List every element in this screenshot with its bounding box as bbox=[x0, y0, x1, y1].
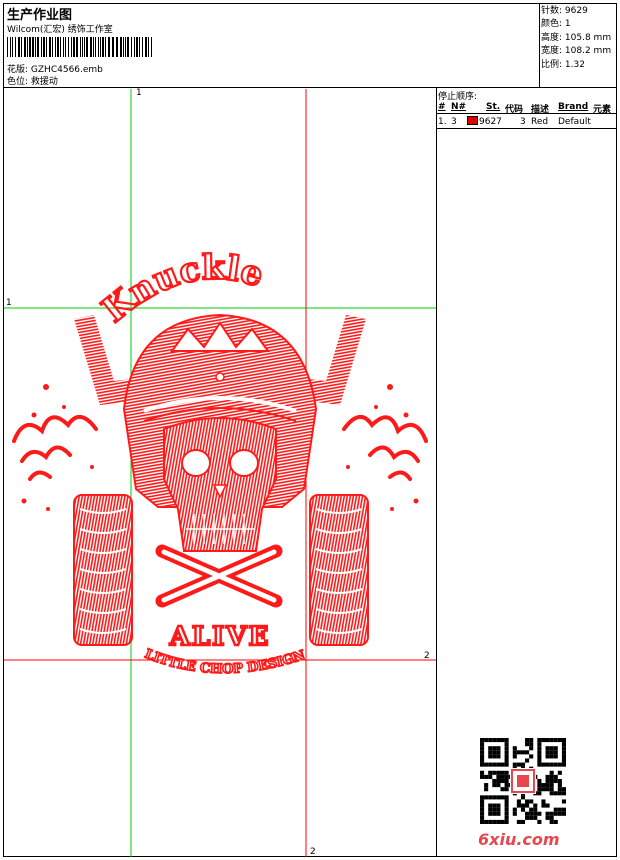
row-needle: 3 bbox=[451, 117, 457, 127]
stat-colors: 颜色: 1 bbox=[541, 19, 571, 30]
stat-stitches: 针数: 9629 bbox=[541, 6, 588, 16]
embroidery-design: Knuckle ALIVE LITTLE CHOP DESIGN bbox=[4, 89, 436, 857]
col-needle: N# bbox=[451, 102, 467, 112]
thread-color-swatch bbox=[467, 116, 478, 125]
row-brand: Default bbox=[558, 117, 591, 127]
left-pipe bbox=[74, 315, 132, 405]
position-value: 救援动 bbox=[30, 77, 58, 87]
stat-scale: 比例: 1.32 bbox=[541, 59, 585, 70]
stop-sequence-title: 停止顺序: bbox=[438, 92, 478, 102]
sheet-divider bbox=[436, 87, 437, 857]
stat-width: 宽度: 108.2 mm bbox=[541, 46, 612, 57]
position-row: 色位: 救援动 bbox=[7, 74, 58, 87]
qr-code bbox=[480, 738, 566, 824]
page-title: 生产作业图 bbox=[7, 8, 73, 23]
guide-label-bottom: 2 bbox=[310, 847, 316, 857]
guide-label-top: 1 bbox=[136, 88, 142, 98]
col-index: # bbox=[438, 102, 446, 112]
watermark: 6xiu.com bbox=[478, 830, 560, 849]
row-stitches: 9627 bbox=[479, 117, 502, 127]
header-divider bbox=[3, 87, 617, 88]
row-description: Red bbox=[531, 117, 549, 127]
design-slogan: ALIVE bbox=[169, 622, 271, 652]
position-label: 色位: bbox=[7, 77, 29, 87]
table-bottom-line bbox=[436, 128, 617, 129]
col-element: 元素 bbox=[593, 105, 612, 115]
guide-label-right: 2 bbox=[424, 651, 430, 661]
design-area: Knuckle ALIVE LITTLE CHOP DESIGN bbox=[4, 89, 436, 857]
col-brand: Brand bbox=[558, 102, 589, 112]
left-splash bbox=[12, 415, 98, 481]
guide-label-left: 1 bbox=[6, 298, 12, 308]
col-code: 代码 bbox=[505, 105, 524, 115]
col-description: 描述 bbox=[531, 105, 550, 115]
stats-divider bbox=[539, 3, 540, 88]
stat-height: 高度: 105.8 mm bbox=[541, 32, 612, 43]
row-index: 1. bbox=[438, 117, 447, 127]
table-top-line bbox=[436, 113, 617, 114]
barcode bbox=[7, 37, 152, 57]
company-name: Wilcom(汇宏) 绣饰工作室 bbox=[7, 25, 113, 35]
stats-panel: 针数: 9629 颜色: 1 高度: 105.8 mm 宽度: 108.2 mm… bbox=[541, 5, 611, 72]
row-code: 3 bbox=[520, 117, 526, 127]
col-stitches: St. bbox=[486, 102, 501, 112]
right-splash bbox=[342, 415, 428, 481]
right-pipe bbox=[308, 315, 366, 405]
